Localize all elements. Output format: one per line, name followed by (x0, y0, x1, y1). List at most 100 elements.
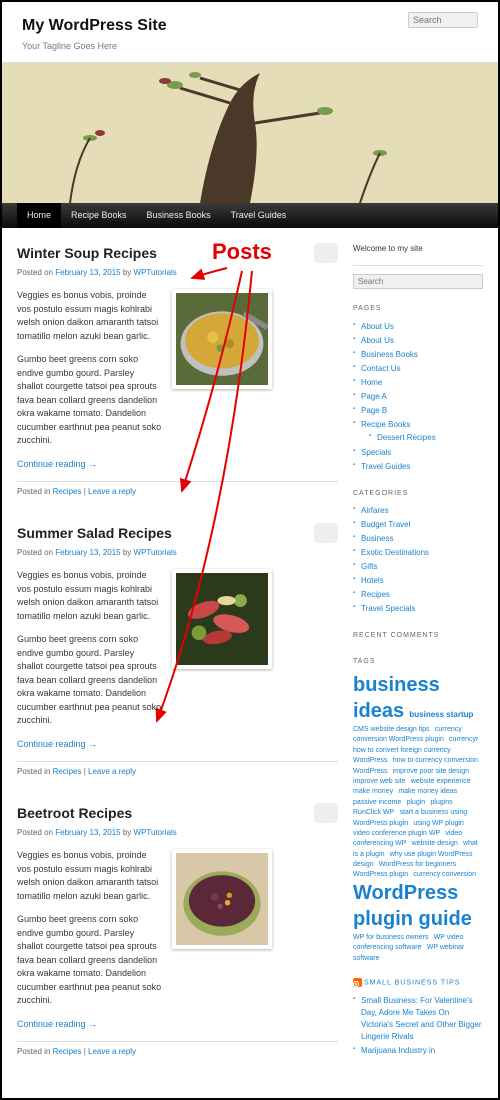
site-header: My WordPress Site Your Tagline Goes Here (2, 2, 498, 63)
continue-reading-link[interactable]: Continue reading → (17, 738, 338, 752)
tag-link[interactable]: website design (412, 840, 458, 847)
header-image (2, 63, 498, 203)
post-author-link[interactable]: WPTutorials (134, 548, 177, 557)
tag-link[interactable]: currency conversion (413, 871, 476, 878)
page-link[interactable]: About Us (361, 336, 394, 345)
page-subitem: Dessert Recipes (369, 431, 483, 445)
tag-link[interactable]: video conference plugin WP (353, 830, 440, 837)
post-title[interactable]: Summer Salad Recipes (17, 523, 338, 544)
category-link[interactable]: Recipes (361, 590, 390, 599)
post-meta: Posted on February 13, 2015 by WPTutoria… (17, 547, 338, 559)
tag-link[interactable]: WP for business owners (353, 934, 428, 941)
continue-reading-link[interactable]: Continue reading → (17, 458, 338, 472)
category-link[interactable]: Travel Specials (361, 604, 415, 613)
category-item: Gifts (353, 560, 483, 574)
tag-link[interactable]: WordPress for beginners (379, 861, 456, 868)
tag-link[interactable]: plugins (430, 799, 452, 806)
category-item: Business (353, 532, 483, 546)
tag-link[interactable]: RunClick WP (353, 809, 394, 816)
tag-link[interactable]: make money (353, 788, 393, 795)
post-footer: Posted in Recipes | Leave a reply (17, 761, 338, 778)
page-link[interactable]: Dessert Recipes (377, 433, 436, 442)
rss-feed-link[interactable]: SMALL BUSINESS TIPS (364, 979, 460, 986)
page-link[interactable]: Page B (361, 406, 387, 415)
tag-link[interactable]: website experience (411, 778, 471, 785)
continue-reading-link[interactable]: Continue reading → (17, 1018, 338, 1032)
post-author-link[interactable]: WPTutorials (134, 268, 177, 277)
page-link[interactable]: Business Books (361, 350, 418, 359)
post-excerpt: Gumbo beet greens corn soko endive gumbo… (17, 913, 162, 1008)
leave-reply-link[interactable]: Leave a reply (88, 487, 136, 496)
category-link[interactable]: Gifts (361, 562, 377, 571)
tag-link[interactable]: business startup (409, 710, 473, 719)
category-link[interactable]: Hotels (361, 576, 384, 585)
page-link[interactable]: Travel Guides (361, 462, 411, 471)
leave-reply-link[interactable]: Leave a reply (88, 1047, 136, 1056)
page-link[interactable]: Contact Us (361, 364, 401, 373)
category-link[interactable]: Exotic Destinations (361, 548, 429, 557)
post-excerpt: Gumbo beet greens corn soko endive gumbo… (17, 353, 162, 448)
leave-reply-link[interactable]: Leave a reply (88, 767, 136, 776)
tag-link[interactable]: passive income (353, 799, 401, 806)
tag-link[interactable]: WordPress plugin guide (353, 882, 472, 930)
post-title[interactable]: Winter Soup Recipes (17, 243, 338, 264)
comment-bubble-icon[interactable] (314, 243, 338, 263)
tag-link[interactable]: using WP plugin (413, 820, 463, 827)
page-link[interactable]: Page A (361, 392, 387, 401)
tag-link[interactable]: plugin (406, 799, 425, 806)
category-link[interactable]: Airfares (361, 506, 389, 515)
nav-item-travel-guides[interactable]: Travel Guides (221, 203, 297, 229)
post-footer: Posted in Recipes | Leave a reply (17, 481, 338, 498)
rss-item: Small Business: For Valentine's Day, Ado… (353, 994, 483, 1044)
page-link[interactable]: Recipe Books (361, 420, 410, 429)
content-area: Posts Winter Soup Recipes Posted on Febr… (17, 243, 353, 1083)
tag-link[interactable]: make money ideas (398, 788, 457, 795)
post-thumbnail[interactable] (172, 289, 272, 389)
tag-link[interactable]: improve web site (353, 778, 406, 785)
post-date-link[interactable]: February 13, 2015 (55, 828, 120, 837)
post: Summer Salad Recipes Posted on February … (17, 523, 338, 778)
comment-bubble-icon[interactable] (314, 803, 338, 823)
category-item: Recipes (353, 588, 483, 602)
post-meta: Posted on February 13, 2015 by WPTutoria… (17, 827, 338, 839)
nav-item-home[interactable]: Home (17, 203, 61, 229)
post-excerpt: Veggies es bonus vobis, proinde vos post… (17, 849, 162, 903)
post-thumbnail[interactable] (172, 569, 272, 669)
tag-link[interactable]: CMS website design tips (353, 726, 430, 733)
post-title[interactable]: Beetroot Recipes (17, 803, 338, 824)
rss-link[interactable]: Small Business: For Valentine's Day, Ado… (361, 996, 482, 1041)
comment-bubble-icon[interactable] (314, 523, 338, 543)
tag-link[interactable]: WordPress plugin (353, 871, 408, 878)
nav-item-business-books[interactable]: Business Books (137, 203, 221, 229)
sidebar: Welcome to my site PAGES About UsAbout U… (353, 243, 483, 1083)
sidebar-search-widget (353, 274, 483, 289)
tag-link[interactable]: improve poor site design (393, 768, 469, 775)
tag-link[interactable]: currencyr (449, 736, 478, 743)
post-author-link[interactable]: WPTutorials (134, 828, 177, 837)
category-link[interactable]: Recipes (53, 767, 82, 776)
category-item: Airfares (353, 504, 483, 518)
category-link[interactable]: Recipes (53, 487, 82, 496)
category-link[interactable]: Budget Travel (361, 520, 410, 529)
widget-title: TAGS (353, 657, 483, 668)
page-link[interactable]: Home (361, 378, 382, 387)
post-date-link[interactable]: February 13, 2015 (55, 548, 120, 557)
post-thumbnail[interactable] (172, 849, 272, 949)
category-link[interactable]: Recipes (53, 1047, 82, 1056)
nav-item-recipe-books[interactable]: Recipe Books (61, 203, 137, 229)
post-date-link[interactable]: February 13, 2015 (55, 268, 120, 277)
pages-widget: PAGES About UsAbout UsBusiness BooksCont… (353, 304, 483, 474)
category-link[interactable]: Business (361, 534, 393, 543)
rss-link[interactable]: Marijuana Industry in (361, 1046, 435, 1055)
sidebar-search-input[interactable] (353, 274, 483, 289)
search-input[interactable] (408, 12, 478, 28)
page-link[interactable]: About Us (361, 322, 394, 331)
category-item: Hotels (353, 574, 483, 588)
category-item: Budget Travel (353, 518, 483, 532)
page-link[interactable]: Specials (361, 448, 391, 457)
rss-icon (353, 978, 362, 987)
widget-title: SMALL BUSINESS TIPS (353, 978, 483, 989)
categories-widget: CATEGORIES Airfares Budget Travel Business… (353, 489, 483, 617)
widget-title: CATEGORIES (353, 489, 483, 500)
page-item: Contact Us (353, 362, 483, 376)
